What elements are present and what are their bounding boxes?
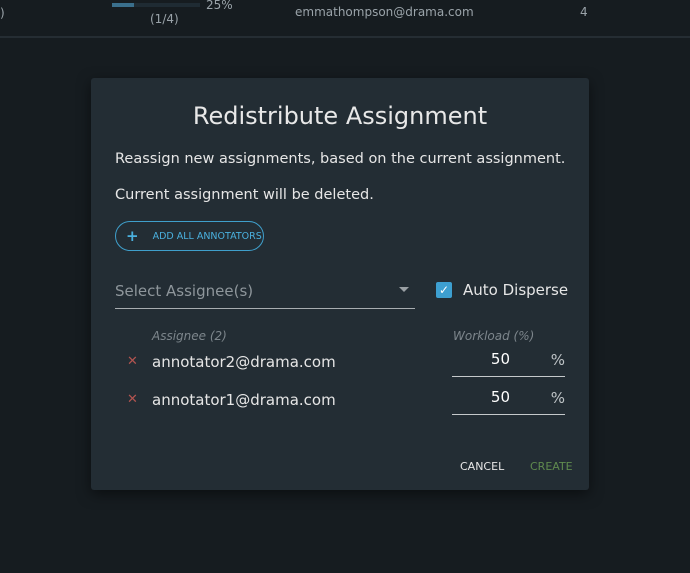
description-line-1: Reassign new assignments, based on the c…: [115, 151, 566, 167]
background-table-row: ) 25% (1/4) emmathompson@drama.com 4: [0, 0, 690, 38]
remove-icon[interactable]: ✕: [127, 354, 138, 369]
cancel-button[interactable]: CANCEL: [460, 460, 504, 473]
workload-input[interactable]: [452, 350, 510, 368]
auto-disperse-checkbox[interactable]: ✓: [436, 282, 452, 298]
progress-percent: 25%: [206, 0, 233, 12]
row-count: 4: [580, 5, 588, 19]
progress-bar: [112, 3, 200, 7]
check-icon: ✓: [438, 283, 450, 297]
select-assignee-dropdown[interactable]: Select Assignee(s): [115, 278, 415, 309]
remove-icon[interactable]: ✕: [127, 392, 138, 407]
progress-fill: [112, 3, 134, 7]
plus-icon: +: [126, 227, 139, 245]
workload-input[interactable]: [452, 388, 510, 406]
add-all-annotators-button[interactable]: + ADD ALL ANNOTATORS: [115, 221, 264, 251]
auto-disperse-label: Auto Disperse: [463, 281, 569, 299]
row-email: emmathompson@drama.com: [295, 5, 474, 19]
workload-field: %: [452, 346, 565, 377]
add-all-label: ADD ALL ANNOTATORS: [152, 230, 262, 242]
progress-count: (1/4): [150, 12, 179, 26]
create-button[interactable]: CREATE: [530, 460, 573, 473]
assignee-email: annotator1@drama.com: [152, 391, 336, 409]
assignee-header: Assignee (2): [152, 329, 227, 343]
workload-field: %: [452, 384, 565, 415]
percent-sign: %: [550, 351, 565, 369]
redistribute-dialog: Redistribute Assignment Reassign new ass…: [91, 78, 589, 490]
assignee-email: annotator2@drama.com: [152, 353, 336, 371]
dropdown-arrow-icon: [399, 287, 409, 292]
description-line-2: Current assignment will be deleted.: [115, 187, 374, 203]
row-fragment: ): [0, 6, 5, 20]
dialog-title: Redistribute Assignment: [192, 102, 488, 130]
workload-header: Workload (%): [453, 329, 535, 343]
assignee-row: ✕ annotator1@drama.com %: [91, 388, 589, 430]
percent-sign: %: [550, 389, 565, 407]
select-placeholder: Select Assignee(s): [115, 282, 254, 300]
